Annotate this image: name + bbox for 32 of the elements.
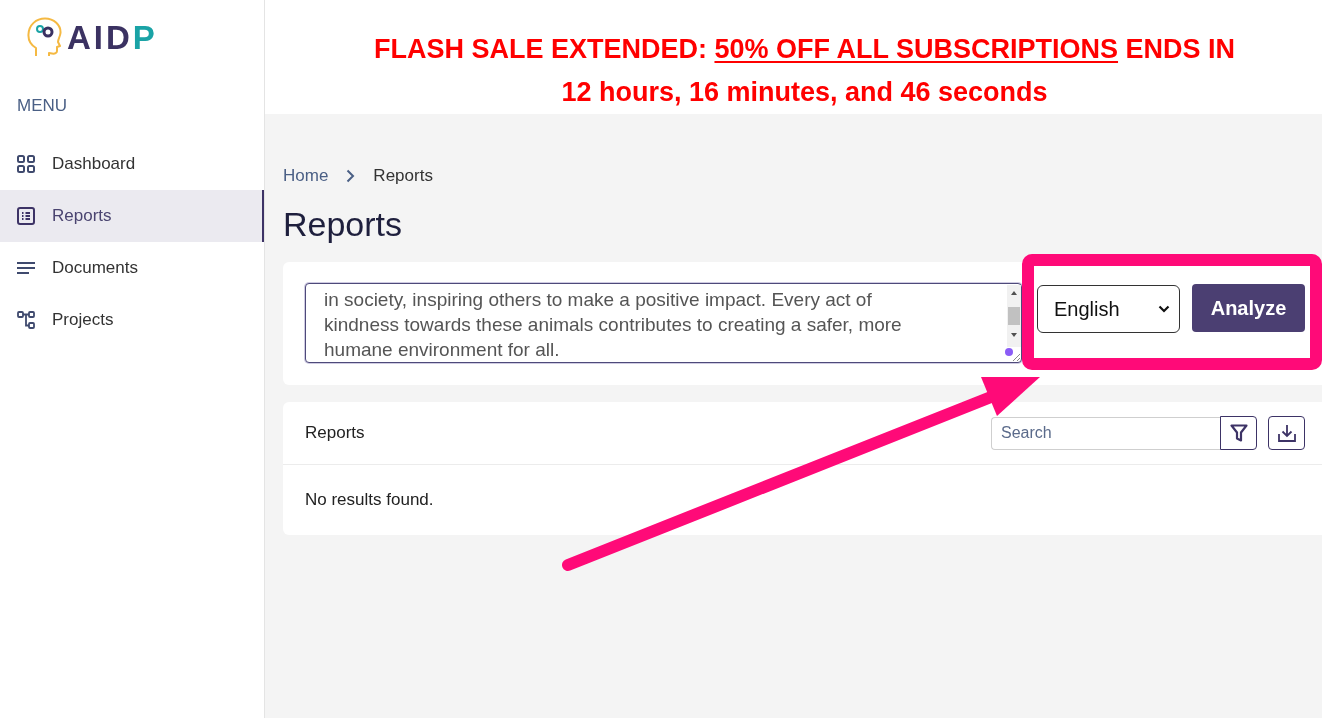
- download-icon: [1277, 424, 1296, 442]
- sidebar-item[interactable]: Documents: [0, 242, 264, 294]
- chevron-down-icon: [1158, 305, 1170, 313]
- empty-message: No results found.: [305, 490, 434, 510]
- sidebar-item[interactable]: Dashboard: [0, 138, 264, 190]
- table-title: Reports: [305, 423, 365, 443]
- sidebar-item[interactable]: Projects: [0, 294, 264, 346]
- scrollbar: [1007, 285, 1021, 347]
- list-icon: [17, 207, 35, 225]
- grid-icon: [17, 155, 35, 173]
- menu-heading: MENU: [16, 96, 68, 116]
- promo-link[interactable]: 50% OFF ALL SUBSCRIPTIONS: [714, 34, 1119, 64]
- promo-banner-text: FLASH SALE EXTENDED: 50% OFF ALL SUBSCRIPTIONS ENDS IN: [373, 33, 1236, 66]
- filter-icon: [1229, 424, 1248, 442]
- resize-grip-icon[interactable]: [1013, 354, 1020, 361]
- search-field[interactable]: Search: [991, 416, 1220, 450]
- promo-banner-text: 12 hours, 16 minutes, and 46 seconds: [561, 76, 1048, 109]
- page-title: Reports: [283, 204, 403, 244]
- breadcrumb-link[interactable]: Home: [283, 166, 329, 186]
- breadcrumb-current: Reports: [373, 166, 433, 186]
- sidebar-item[interactable]: Reports: [0, 190, 264, 242]
- language-select[interactable]: English: [1037, 285, 1180, 333]
- analyze-button[interactable]: Analyze: [1192, 284, 1305, 332]
- filter-button[interactable]: [1220, 416, 1257, 450]
- status-dot-icon: [1005, 348, 1013, 356]
- chevron-right-icon: [346, 169, 356, 183]
- download-button[interactable]: [1268, 416, 1305, 450]
- hierarchy-icon: [17, 311, 35, 329]
- text-area-field[interactable]: in society, inspiring others to make a positive impact. Every act of kindness towards these animals contributes to creating a safer, more humane environment for all.: [305, 283, 1022, 363]
- head-gears-logo-icon: [27, 17, 63, 57]
- logo-text: AIDP: [67, 20, 158, 54]
- lines-icon: [17, 261, 35, 275]
